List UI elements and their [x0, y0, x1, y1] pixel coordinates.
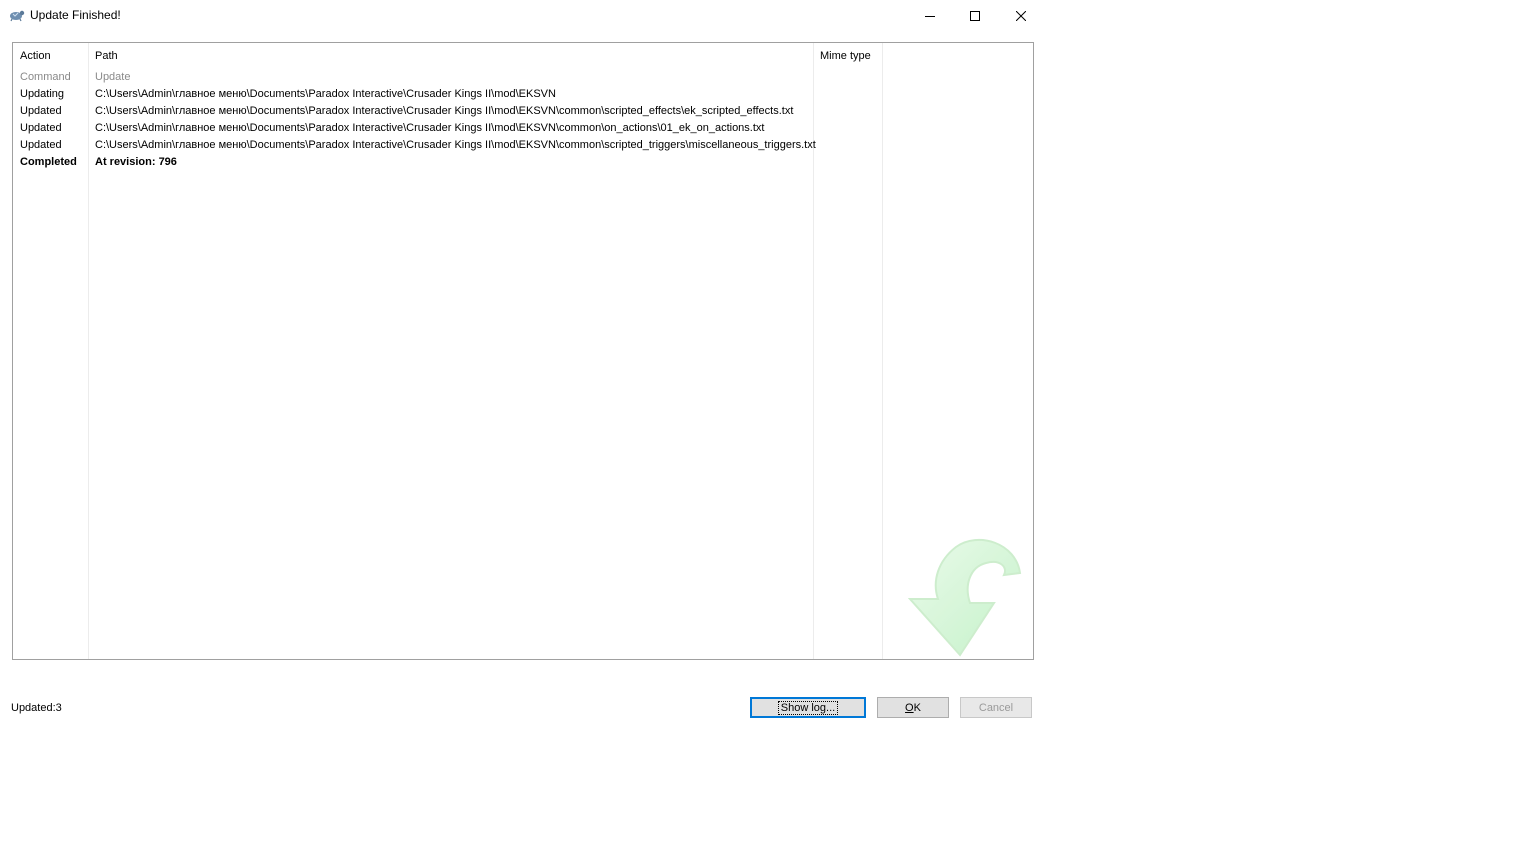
row-action: Updated — [20, 139, 62, 151]
window-title: Update Finished! — [30, 8, 121, 22]
list-row[interactable]: Updating C:\Users\Admin\главное меню\Doc… — [13, 86, 1033, 103]
list-row[interactable]: Completed At revision: 796 — [13, 154, 1033, 171]
show-log-button[interactable]: Show log... — [750, 697, 866, 718]
show-log-label: Show log... — [777, 700, 839, 715]
row-action: Updating — [20, 88, 65, 100]
row-path: At revision: 796 — [95, 156, 177, 168]
row-action: Updated — [20, 122, 62, 134]
column-header-mime-type[interactable]: Mime type — [820, 50, 871, 62]
ok-button[interactable]: OK — [877, 697, 949, 718]
close-button[interactable] — [998, 0, 1044, 31]
cancel-label: Cancel — [978, 701, 1014, 714]
column-header-action[interactable]: Action — [20, 50, 51, 62]
column-header-path[interactable]: Path — [95, 50, 118, 62]
list-row[interactable]: Command Update — [13, 69, 1033, 86]
cancel-button[interactable]: Cancel — [960, 697, 1032, 718]
list-row[interactable]: Updated C:\Users\Admin\главное меню\Docu… — [13, 137, 1033, 154]
minimize-icon — [925, 15, 935, 17]
row-action: Updated — [20, 105, 62, 117]
minimize-button[interactable] — [907, 0, 953, 31]
tortoisesvn-icon — [10, 10, 25, 22]
maximize-icon — [970, 10, 980, 21]
row-path: C:\Users\Admin\главное меню\Documents\Pa… — [95, 139, 816, 151]
close-icon — [1016, 10, 1026, 21]
list-row[interactable]: Updated C:\Users\Admin\главное меню\Docu… — [13, 103, 1033, 120]
row-path: Update — [95, 71, 131, 83]
update-arrow-icon — [908, 538, 1022, 657]
action-list[interactable]: Action Path Mime type Command Update Upd… — [12, 42, 1034, 660]
ok-label: OK — [905, 701, 921, 714]
maximize-button[interactable] — [952, 0, 998, 31]
row-path: C:\Users\Admin\главное меню\Documents\Pa… — [95, 88, 556, 100]
row-path: C:\Users\Admin\главное меню\Documents\Pa… — [95, 122, 765, 134]
title-bar: Update Finished! — [0, 0, 1044, 31]
row-path: C:\Users\Admin\главное меню\Documents\Pa… — [95, 105, 794, 117]
status-summary: Updated:3 — [11, 702, 62, 714]
row-action: Command — [20, 71, 71, 83]
list-row[interactable]: Updated C:\Users\Admin\главное меню\Docu… — [13, 120, 1033, 137]
row-action: Completed — [20, 156, 77, 168]
